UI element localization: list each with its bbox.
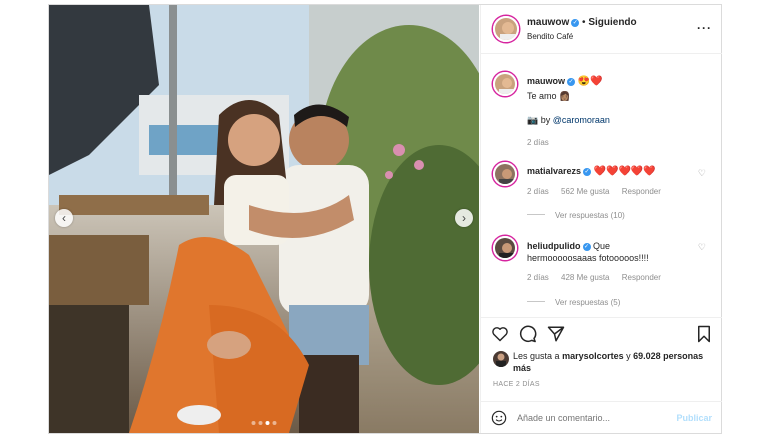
comment-text: ❤️❤️❤️❤️❤️: [593, 166, 656, 177]
likes-prefix: Les gusta a: [513, 351, 560, 361]
comment-likes[interactable]: 562 Me gusta: [561, 187, 609, 196]
caption-avatar[interactable]: [493, 72, 517, 96]
next-photo-button[interactable]: ›: [455, 209, 473, 227]
caption-username[interactable]: mauwow: [527, 76, 565, 86]
comments-list: mauwow ✓ 😍❤️ Te amo 👩🏽 📷 by @caromoraan 2…: [481, 54, 722, 316]
avatar-image: [495, 18, 517, 40]
comment-like-heart-icon[interactable]: ♡: [698, 168, 706, 179]
comment-like-heart-icon[interactable]: ♡: [698, 242, 706, 253]
photo-illustration: [49, 5, 479, 433]
caption-credit-prefix: 📷 by: [527, 115, 551, 125]
comment-avatar[interactable]: [493, 162, 517, 186]
verified-icon: ✓: [582, 243, 591, 251]
location-link[interactable]: Bendito Café: [527, 32, 573, 41]
post-sidebar: mauwow ✓ • Siguiendo Bendito Café ··· mau…: [480, 5, 722, 433]
reply-button[interactable]: Responder: [622, 273, 661, 282]
verified-icon: ✓: [571, 19, 580, 27]
comment-likes[interactable]: 428 Me gusta: [561, 273, 609, 282]
view-replies-button[interactable]: Ver respuestas (5): [527, 298, 620, 307]
header-username[interactable]: mauwow: [527, 17, 569, 28]
likes-connector: y: [626, 351, 631, 361]
view-replies-label: Ver respuestas (10): [555, 211, 625, 220]
caption-time: 2 días: [527, 138, 549, 147]
carousel-dot-active: [265, 421, 270, 425]
caption-emojis: 😍❤️: [577, 76, 603, 87]
avatar[interactable]: [493, 16, 519, 42]
post-photo[interactable]: ‹ ›: [49, 5, 479, 433]
save-bookmark-icon[interactable]: [696, 325, 712, 343]
avatar-image: [495, 238, 515, 258]
likes-user[interactable]: marysolcortes: [562, 351, 624, 361]
view-replies-label: Ver respuestas (5): [555, 298, 621, 307]
comment-time: 2 días: [527, 273, 549, 282]
view-replies-button[interactable]: Ver respuestas (10): [527, 211, 625, 220]
comment-avatar[interactable]: [493, 236, 517, 260]
like-heart-icon[interactable]: [491, 326, 509, 342]
caption-credit-handle[interactable]: @caromoraan: [553, 115, 610, 125]
comment-username[interactable]: matialvarezs: [527, 166, 581, 176]
emoji-icon[interactable]: [491, 410, 507, 426]
previous-photo-button[interactable]: ‹: [55, 209, 73, 227]
publish-button[interactable]: Publicar: [676, 413, 712, 423]
avatar-image: [495, 164, 515, 184]
carousel-dot: [258, 421, 263, 425]
reply-button[interactable]: Responder: [622, 187, 661, 196]
add-comment-bar: Publicar: [481, 401, 722, 434]
post-header: mauwow ✓ • Siguiendo Bendito Café ···: [481, 5, 722, 54]
caption-text: Te amo 👩🏽: [527, 91, 571, 101]
post-actions: [481, 317, 722, 348]
comment-username[interactable]: heliudpulido: [527, 241, 581, 251]
replies-divider: [527, 214, 545, 215]
carousel-dot: [272, 421, 277, 425]
share-send-icon[interactable]: [547, 325, 565, 343]
post-age[interactable]: HACE 2 DÍAS: [493, 381, 540, 388]
likes-summary: Les gusta a marysolcortes y 69.028 perso…: [513, 350, 713, 374]
follow-status[interactable]: Siguiendo: [588, 17, 636, 28]
avatar-image: [493, 351, 509, 367]
comment-bubble-icon[interactable]: [519, 325, 537, 343]
replies-divider: [527, 301, 545, 302]
comment-time: 2 días: [527, 187, 549, 196]
header-separator: •: [582, 17, 586, 28]
verified-icon: ✓: [567, 78, 576, 86]
verified-icon: ✓: [583, 168, 592, 176]
carousel-dots: [251, 421, 277, 425]
liker-avatar[interactable]: [493, 351, 509, 367]
carousel-dot: [251, 421, 256, 425]
more-horizontal-icon[interactable]: ···: [697, 21, 712, 35]
instagram-post: ‹ › mauwow ✓ • Siguiendo Bendito Café ···: [48, 4, 722, 434]
comment-input[interactable]: [517, 410, 657, 426]
avatar-image: [495, 74, 515, 94]
